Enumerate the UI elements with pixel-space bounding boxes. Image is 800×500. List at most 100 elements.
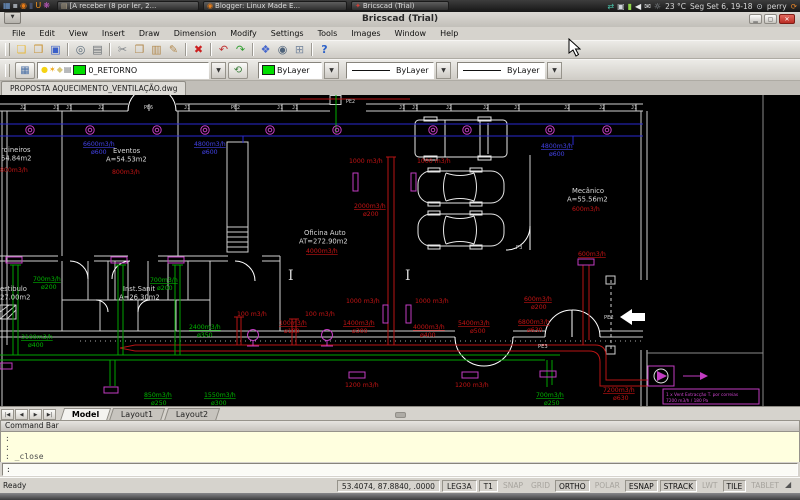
taskbar-button[interactable]: ✦ Bricscad (Trial) xyxy=(350,1,449,11)
layer-combobox[interactable]: ● ✶ ◆ ▤ 0_RETORNO xyxy=(37,61,209,79)
drawing-viewport[interactable]: J2J1J1J2PE6J1PE2J1J1PE2J1J1J2J2J1J2J2J1r… xyxy=(0,86,800,407)
menu-icon[interactable]: ▦ xyxy=(3,1,11,11)
last-tab-button[interactable]: ▶| xyxy=(43,409,56,420)
match-properties-button[interactable]: ✎ xyxy=(165,42,182,57)
battery-icon[interactable]: ▮ xyxy=(628,2,632,11)
menu-help[interactable]: Help xyxy=(433,29,465,38)
undo-button[interactable]: ↶ xyxy=(215,42,232,57)
paste-button[interactable]: ▥ xyxy=(148,42,165,57)
layer-explorer-button[interactable]: ▦ xyxy=(15,61,35,79)
volume-icon[interactable]: ◀ xyxy=(635,2,641,11)
command-history[interactable]: ::: _close xyxy=(0,432,800,462)
taskbar-button[interactable]: ▤ [A receber (8 por ler, 2... xyxy=(56,1,199,11)
lineweight-combobox[interactable]: ByLayer xyxy=(457,61,545,79)
cad-label: 800m3/h xyxy=(0,167,28,174)
properties-button[interactable]: ❖ xyxy=(257,42,274,57)
terminal-icon[interactable]: ▮ xyxy=(29,1,33,11)
delete-button[interactable]: ✖ xyxy=(190,42,207,57)
save-file-button[interactable]: ▣ xyxy=(47,42,64,57)
window-titlebar[interactable]: Bricscad (Trial) ▁ ▢ ✕ xyxy=(0,12,800,28)
cad-label: Inst.Sanit xyxy=(123,285,155,293)
menu-settings[interactable]: Settings xyxy=(264,29,311,38)
system-tray: ⇄ ▣ ▮ ◀ ✉ ☼ 23 °C Seg Set 6, 19-18 ⊙ perry ⟳ xyxy=(607,2,797,11)
clock[interactable]: Seg Set 6, 19-18 xyxy=(690,2,753,11)
toggle-tile[interactable]: TILE xyxy=(722,479,747,492)
coordinates-display[interactable]: 53.4074, 87.8840, .0000 xyxy=(336,479,440,492)
ceiling-diffuser-inner xyxy=(154,127,160,133)
command-history-line: : xyxy=(5,434,10,443)
print-button[interactable]: ▤ xyxy=(89,42,106,57)
layer-on-icon[interactable]: ● xyxy=(41,65,48,75)
linetype-combobox[interactable]: ByLayer xyxy=(346,61,434,79)
toggle-snap[interactable]: SNAP xyxy=(500,480,526,492)
weather-icon[interactable]: ☼ xyxy=(654,2,661,11)
menu-file[interactable]: File xyxy=(5,29,32,38)
splitter-handle[interactable] xyxy=(395,412,406,418)
toggle-lwt[interactable]: LWT xyxy=(699,480,721,492)
lineweight-dropdown-button[interactable]: ▼ xyxy=(547,61,562,79)
maximize-button[interactable]: ▢ xyxy=(764,14,777,24)
text-style-field[interactable]: T1 xyxy=(478,479,498,492)
taskbar-button[interactable]: ◉ Blogger: Linux Made E... xyxy=(202,1,347,11)
menu-window[interactable]: Window xyxy=(388,29,434,38)
toggle-strack[interactable]: STRACK xyxy=(659,479,697,492)
display-icon[interactable]: ▣ xyxy=(617,2,625,11)
ceiling-diffuser xyxy=(332,125,342,135)
menu-tools[interactable]: Tools xyxy=(311,29,345,38)
toggle-tablet[interactable]: TABLET xyxy=(748,480,782,492)
cut-button[interactable]: ✂ xyxy=(114,42,131,57)
user-menu[interactable]: perry xyxy=(767,2,787,11)
prev-tab-button[interactable]: ◀ xyxy=(15,409,28,420)
toolbar-grip[interactable] xyxy=(5,43,10,56)
menu-view[interactable]: View xyxy=(62,29,95,38)
new-file-button[interactable]: ❏ xyxy=(13,42,30,57)
layer-print-icon[interactable]: ▤ xyxy=(64,65,72,75)
color-combobox[interactable]: ByLayer xyxy=(258,61,322,79)
shutdown-icon[interactable]: ⟳ xyxy=(791,2,797,11)
layer-freeze-icon[interactable]: ✶ xyxy=(49,65,56,75)
toggle-polar[interactable]: POLAR xyxy=(592,480,623,492)
publish-button[interactable]: ⊞ xyxy=(291,42,308,57)
command-bar-titlebar[interactable]: Command Bar xyxy=(0,420,800,432)
menu-modify[interactable]: Modify xyxy=(223,29,264,38)
show-desktop-icon[interactable]: ▪ xyxy=(13,1,18,11)
network-icon[interactable]: ⇄ xyxy=(607,2,614,11)
menu-images[interactable]: Images xyxy=(344,29,387,38)
help-button[interactable]: ? xyxy=(316,42,333,57)
previous-layer-button[interactable]: ⟲ xyxy=(228,61,248,79)
find-button[interactable]: ◉ xyxy=(274,42,291,57)
media-icon[interactable]: ❋ xyxy=(43,1,50,11)
layer-dropdown-button[interactable]: ▼ xyxy=(211,61,226,79)
linetype-dropdown-button[interactable]: ▼ xyxy=(436,61,451,79)
menu-draw[interactable]: Draw xyxy=(132,29,167,38)
cad-label: 100 m3/h xyxy=(305,311,335,318)
firefox-icon[interactable]: ◉ xyxy=(20,1,27,11)
redo-button[interactable]: ↷ xyxy=(232,42,249,57)
ceiling-diffuser xyxy=(265,125,275,135)
toggle-grid[interactable]: GRID xyxy=(528,480,553,492)
command-input[interactable]: : xyxy=(2,463,798,476)
color-dropdown-button[interactable]: ▼ xyxy=(324,61,339,79)
minimize-button[interactable]: ▁ xyxy=(749,14,762,24)
copy-button[interactable]: ❐ xyxy=(131,42,148,57)
office-icon[interactable]: U xyxy=(35,1,41,11)
cad-label: 4800m3/h xyxy=(194,141,226,148)
panel-drawer-button[interactable]: ▼ xyxy=(4,12,21,24)
layer-lock-icon[interactable]: ◆ xyxy=(57,65,63,75)
toolbar-grip[interactable] xyxy=(5,63,10,77)
toggle-esnap[interactable]: ESNAP xyxy=(624,479,658,492)
print-preview-button[interactable]: ◎ xyxy=(72,42,89,57)
document-tab[interactable]: PROPOSTA AQUECIMENTO_VENTILAÇÃO.dwg xyxy=(1,81,187,95)
first-tab-button[interactable]: |◀ xyxy=(1,409,14,420)
air-grille xyxy=(348,371,366,379)
menu-dimension[interactable]: Dimension xyxy=(167,29,224,38)
current-layer-field[interactable]: LEG3A xyxy=(441,479,477,492)
resize-grip-icon[interactable]: ◢ xyxy=(785,480,797,491)
toggle-ortho[interactable]: ORTHO xyxy=(555,479,590,492)
next-tab-button[interactable]: ▶ xyxy=(29,409,42,420)
mail-icon[interactable]: ✉ xyxy=(644,2,651,11)
menu-insert[interactable]: Insert xyxy=(95,29,132,38)
close-button[interactable]: ✕ xyxy=(779,14,795,24)
open-file-button[interactable]: ❒ xyxy=(30,42,47,57)
menu-edit[interactable]: Edit xyxy=(32,29,62,38)
